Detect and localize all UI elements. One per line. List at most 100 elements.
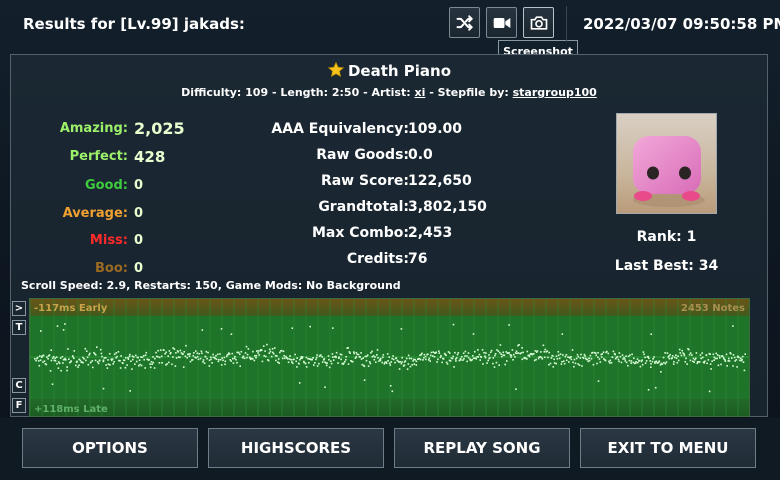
timing-point [717, 364, 720, 367]
timing-point [144, 367, 146, 369]
bottom-bar: OPTIONS HIGHSCORES REPLAY SONG EXIT TO M… [0, 418, 780, 480]
timing-point [283, 354, 285, 357]
timing-point [363, 379, 366, 381]
timing-point [132, 358, 134, 361]
record-video-button[interactable] [486, 7, 517, 38]
stepfile-author-link[interactable]: stargroup100 [513, 86, 597, 99]
timing-point [403, 364, 406, 366]
timing-point [189, 360, 192, 363]
timing-point [710, 368, 712, 370]
timing-point [125, 357, 127, 359]
judgement-label: Average: [62, 206, 128, 221]
timing-point [68, 358, 70, 360]
timing-point [196, 352, 199, 355]
timing-point [659, 364, 662, 366]
timing-graph[interactable]: -117ms Early 2453 Notes +118ms Late [29, 298, 750, 417]
timing-point [567, 356, 569, 358]
timing-point [522, 351, 524, 354]
results-title: Results for [Lv.99] jakads: [23, 15, 245, 33]
timing-point [706, 362, 708, 365]
song-title: Death Piano [347, 62, 452, 80]
timing-point [378, 360, 380, 362]
timing-point [492, 357, 495, 359]
timing-point [562, 354, 564, 356]
timing-point [432, 355, 434, 357]
timing-point [637, 361, 639, 364]
timing-point [638, 359, 641, 362]
timing-point [445, 354, 447, 356]
timing-point [375, 361, 377, 363]
stat-label: Credits: [346, 251, 409, 267]
timing-point [739, 359, 741, 362]
timing-point [185, 344, 187, 347]
timing-point [149, 363, 151, 365]
timing-point [150, 361, 153, 363]
timing-point [724, 360, 727, 362]
graph-expand-button[interactable]: > [12, 301, 26, 316]
screenshot-button[interactable] [523, 7, 554, 38]
timing-point [660, 371, 662, 373]
timing-point [513, 353, 515, 356]
timing-point [369, 362, 372, 365]
judgement-label: Good: [84, 178, 128, 193]
timing-point [716, 354, 719, 356]
timing-point [588, 359, 591, 362]
graph-t-button[interactable]: T [12, 320, 26, 335]
timing-point [55, 356, 58, 358]
timing-point [94, 359, 97, 362]
timing-point [515, 350, 518, 353]
timing-point [39, 355, 41, 357]
timing-point [291, 327, 294, 329]
timing-point [540, 356, 543, 359]
timing-point [582, 357, 585, 360]
timing-point [712, 353, 715, 356]
exit-to-menu-button[interactable]: EXIT TO MENU [580, 428, 756, 468]
timing-point [565, 354, 568, 356]
timing-point [396, 359, 399, 362]
timing-point [484, 356, 487, 359]
timing-point [135, 360, 138, 363]
timing-point [623, 356, 625, 359]
timing-point [210, 356, 212, 358]
timing-point [330, 362, 333, 365]
shuffle-button[interactable] [449, 7, 480, 38]
graph-c-button[interactable]: C [12, 378, 26, 393]
timing-point [555, 355, 558, 357]
timing-point [72, 355, 74, 358]
timing-point [268, 348, 271, 351]
stat-label: Raw Score: [320, 173, 409, 189]
highscores-button[interactable]: HIGHSCORES [208, 428, 384, 468]
timing-point [597, 380, 600, 382]
timing-point [315, 358, 317, 361]
timing-point [730, 352, 732, 355]
timing-point [462, 359, 464, 361]
timing-point [275, 359, 277, 362]
artist-link[interactable]: xi [414, 86, 425, 99]
timing-point [653, 356, 655, 358]
timing-point [412, 360, 414, 362]
options-button[interactable]: OPTIONS [22, 428, 198, 468]
timing-point [395, 357, 398, 359]
timing-point [677, 355, 679, 357]
timing-point [631, 353, 633, 356]
timing-point [73, 357, 75, 360]
timing-point [224, 363, 226, 366]
timing-point [564, 355, 567, 358]
replay-song-button[interactable]: REPLAY SONG [394, 428, 570, 468]
timing-point [424, 355, 427, 358]
timing-point [625, 355, 627, 357]
timing-point [231, 352, 234, 355]
timing-point [438, 352, 441, 354]
timing-point [54, 360, 57, 362]
difficulty-label: Difficulty: [181, 86, 242, 99]
song-title-line: Death Piano [11, 61, 767, 80]
timing-point [683, 353, 685, 355]
timing-point [589, 354, 592, 357]
judgement-value: 2,025 [134, 119, 185, 138]
timing-point [728, 360, 731, 362]
graph-f-button[interactable]: F [12, 398, 26, 413]
timing-point [228, 353, 231, 355]
stat-label: Grandtotal: [318, 199, 409, 215]
timing-point [290, 359, 293, 361]
timing-point [251, 358, 254, 360]
